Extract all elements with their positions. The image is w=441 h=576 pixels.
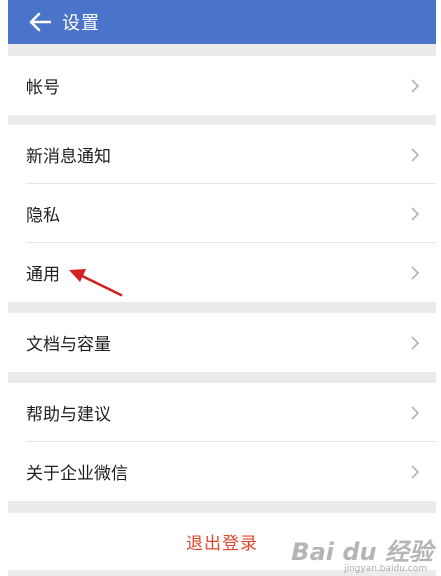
chevron-right-icon [411,405,420,420]
baidu-watermark: Bai du 经验 jingyan.baidu.com [285,528,435,574]
settings-item-notifications[interactable]: 新消息通知 [8,125,436,184]
settings-group-account: 帐号 [8,56,436,115]
watermark-logo: Bai du 经验 [291,538,433,566]
settings-item-label: 文档与容量 [26,335,111,355]
back-button[interactable] [18,5,62,39]
settings-item-about[interactable]: 关于企业微信 [8,442,436,501]
chevron-right-icon [411,147,420,162]
settings-screen: 设置 帐号 新消息通知 隐私 通用 文档与容量 帮助与建议 关于企业微信 退出登… [8,0,436,576]
settings-item-label: 通用 [26,265,60,285]
settings-item-label: 帐号 [26,78,60,98]
settings-item-label: 帮助与建议 [26,405,111,425]
watermark-url: jingyan.baidu.com [343,564,427,574]
settings-item-account[interactable]: 帐号 [8,56,436,115]
chevron-right-icon [411,78,420,93]
settings-group-general: 新消息通知 隐私 通用 [8,125,436,302]
settings-item-general[interactable]: 通用 [8,243,436,302]
top-bar: 设置 [8,0,436,44]
chevron-right-icon [411,206,420,221]
settings-item-documents-storage[interactable]: 文档与容量 [8,313,436,372]
screenshot-frame: 设置 帐号 新消息通知 隐私 通用 文档与容量 帮助与建议 关于企业微信 退出登… [0,0,441,576]
chevron-right-icon [411,464,420,479]
chevron-right-icon [411,335,420,350]
settings-group-help: 帮助与建议 关于企业微信 [8,383,436,501]
settings-group-storage: 文档与容量 [8,313,436,372]
arrow-left-icon [29,12,51,32]
settings-item-privacy[interactable]: 隐私 [8,184,436,243]
page-title: 设置 [62,13,100,34]
settings-item-help-feedback[interactable]: 帮助与建议 [8,383,436,442]
settings-item-label: 新消息通知 [26,147,111,167]
chevron-right-icon [411,265,420,280]
settings-item-label: 关于企业微信 [26,464,128,484]
settings-item-label: 隐私 [26,206,60,226]
logout-label: 退出登录 [186,534,258,554]
